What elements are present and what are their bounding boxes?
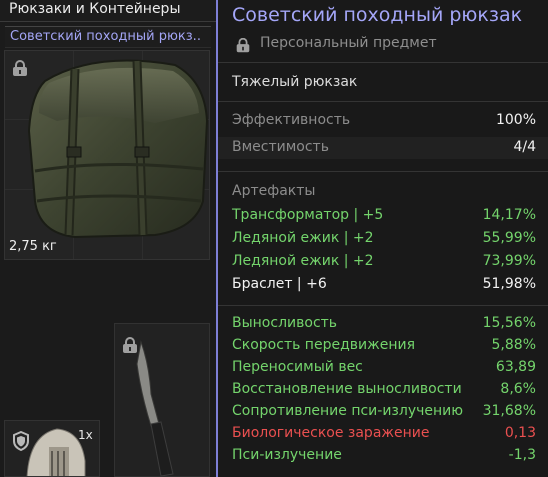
effect-label: Пси-излучение xyxy=(232,447,342,463)
divider xyxy=(218,101,548,102)
artifact-row: Трансформатор | +5 14,17% xyxy=(218,205,548,227)
item-weight: 2,75 кг xyxy=(9,239,57,254)
inventory-panel: Рюкзаки и Контейнеры Советский походный … xyxy=(0,0,216,477)
artifact-value: 73,99% xyxy=(482,253,536,269)
effect-label: Биологическое заражение xyxy=(232,425,430,441)
divider xyxy=(218,305,548,306)
effect-value: 63,89 xyxy=(495,359,536,375)
artifact-row: Ледяной ежик | +2 73,99% xyxy=(218,251,548,273)
item-class: Тяжелый рюкзак xyxy=(232,74,358,90)
lock-icon xyxy=(13,60,27,76)
inventory-header: Рюкзаки и Контейнеры xyxy=(0,0,216,22)
stat-row-capacity: Вместимость 4/4 xyxy=(218,137,548,159)
item-name: Советский походный рюкзак xyxy=(232,4,523,26)
selected-item-name: Советский походный рюкз.. xyxy=(10,29,201,44)
effect-value: -1,3 xyxy=(508,447,536,463)
artifacts-title: Артефакты xyxy=(232,183,316,199)
artifact-value: 14,17% xyxy=(482,207,536,223)
effect-row: Сопротивление пси-излучению 31,68% xyxy=(218,401,548,423)
backpack-item-slot[interactable] xyxy=(4,50,210,260)
stat-label: Эффективность xyxy=(232,112,351,128)
effect-row: Скорость передвижения 5,88% xyxy=(218,335,548,357)
category-title: Рюкзаки и Контейнеры xyxy=(9,1,181,17)
divider xyxy=(218,171,548,172)
backpack-image xyxy=(27,59,209,239)
artifact-label: Ледяной ежик | +2 xyxy=(232,253,374,269)
stat-row-efficiency: Эффективность 100% xyxy=(218,110,548,132)
effect-value: 15,56% xyxy=(482,315,536,331)
effect-value: 31,68% xyxy=(482,403,536,419)
effect-value: 0,13 xyxy=(504,425,536,441)
artifact-label: Трансформатор | +5 xyxy=(232,207,384,223)
item-quantity: 1x xyxy=(78,428,93,442)
effect-label: Восстановление выносливости xyxy=(232,381,462,397)
artifact-label: Браслет | +6 xyxy=(232,276,327,292)
effect-label: Скорость передвижения xyxy=(232,337,415,353)
lock-icon xyxy=(236,37,250,53)
artifact-label: Ледяной ежик | +2 xyxy=(232,230,374,246)
artifact-value: 51,98% xyxy=(482,276,536,292)
effect-row: Пси-излучение -1,3 xyxy=(218,445,548,467)
effect-value: 5,88% xyxy=(491,337,536,353)
artifact-value: 55,99% xyxy=(482,230,536,246)
selected-item-tab[interactable]: Советский походный рюкз.. xyxy=(5,26,211,48)
stat-value: 4/4 xyxy=(513,139,536,155)
artifact-row: Ледяной ежик | +2 55,99% xyxy=(218,228,548,250)
artifact-row: Браслет | +6 51,98% xyxy=(218,274,548,296)
effect-value: 8,6% xyxy=(500,381,536,397)
knife-item-slot[interactable] xyxy=(114,323,210,477)
personal-item-label: Персональный предмет xyxy=(260,35,437,51)
shield-icon xyxy=(13,431,29,451)
divider xyxy=(218,62,548,63)
item-tooltip: Советский походный рюкзак Персональный п… xyxy=(216,0,548,477)
stat-value: 100% xyxy=(495,112,536,128)
effect-row: Биологическое заражение 0,13 xyxy=(218,423,548,445)
stat-label: Вместимость xyxy=(232,139,329,155)
effect-row: Выносливость 15,56% xyxy=(218,313,548,335)
knife-image xyxy=(136,340,174,477)
effect-label: Выносливость xyxy=(232,315,338,331)
effect-row: Восстановление выносливости 8,6% xyxy=(218,379,548,401)
effect-label: Сопротивление пси-излучению xyxy=(232,403,464,419)
effect-row: Переносимый вес 63,89 xyxy=(218,357,548,379)
effect-label: Переносимый вес xyxy=(232,359,363,375)
